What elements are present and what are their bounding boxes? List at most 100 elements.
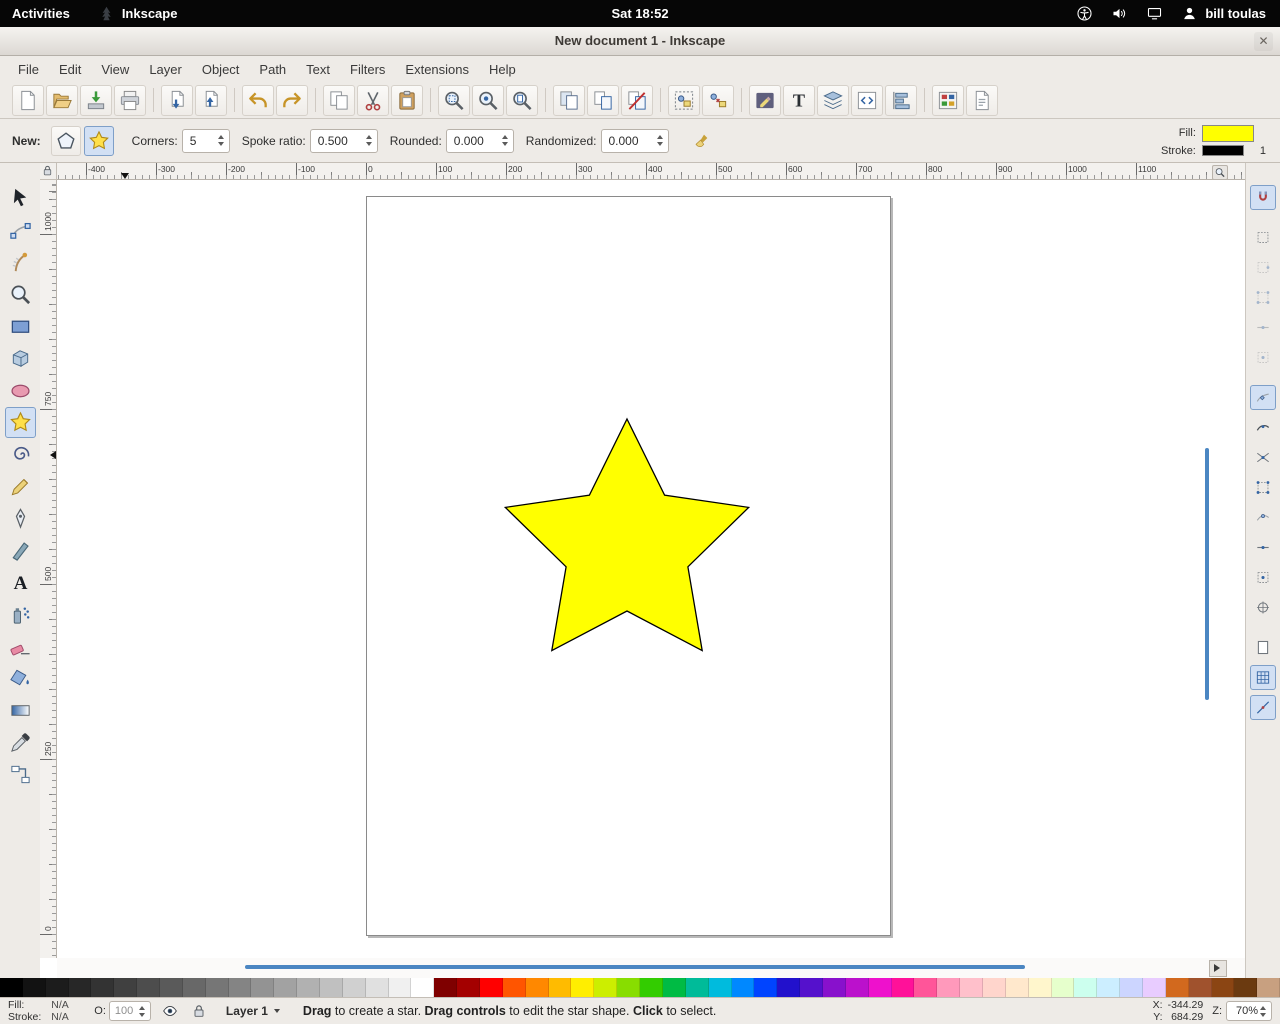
palette-swatch[interactable]: [297, 978, 320, 997]
rectangle-tool-button[interactable]: [5, 311, 36, 342]
selector-tool-button[interactable]: [5, 183, 36, 214]
corners-spinbox[interactable]: [182, 129, 230, 153]
star-mode-button[interactable]: [84, 126, 114, 156]
snap-bbox-corners-button[interactable]: [1250, 285, 1276, 310]
palette-swatch[interactable]: [1143, 978, 1166, 997]
spoke-ratio-spinbox[interactable]: [310, 129, 378, 153]
window-titlebar[interactable]: New document 1 - Inkscape: [0, 27, 1280, 56]
tweak-tool-button[interactable]: [5, 247, 36, 278]
snap-rotation-centers-button[interactable]: [1250, 595, 1276, 620]
palette-swatch[interactable]: [1257, 978, 1280, 997]
palette-swatch[interactable]: [251, 978, 274, 997]
layer-selector[interactable]: Layer 1: [218, 1001, 288, 1021]
palette-swatch[interactable]: [1189, 978, 1212, 997]
palette-swatch[interactable]: [960, 978, 983, 997]
rounded-input[interactable]: [452, 133, 500, 149]
palette-swatch[interactable]: [1212, 978, 1235, 997]
fill-swatch[interactable]: [1202, 125, 1254, 142]
vertical-ruler[interactable]: 10007505002500: [40, 180, 57, 958]
zoom-decrement-arrow[interactable]: [1260, 1013, 1266, 1017]
dropper-tool-button[interactable]: [5, 727, 36, 758]
palette-swatch[interactable]: [869, 978, 892, 997]
menu-view[interactable]: View: [91, 58, 139, 81]
zoom-spinbox[interactable]: 70%: [1226, 1001, 1272, 1021]
menu-layer[interactable]: Layer: [139, 58, 192, 81]
snap-guides-button[interactable]: [1250, 695, 1276, 720]
menu-help[interactable]: Help: [479, 58, 526, 81]
star-shape[interactable]: [57, 180, 1245, 958]
stroke-swatch[interactable]: [1202, 145, 1244, 156]
corners-decrement-arrow[interactable]: [218, 142, 224, 146]
app-menu-button[interactable]: Inkscape: [98, 5, 178, 22]
spiral-tool-button[interactable]: [5, 439, 36, 470]
redo-button[interactable]: [276, 85, 308, 116]
layers-dialog-button[interactable]: [817, 85, 849, 116]
zoom-to-page-button[interactable]: [506, 85, 538, 116]
palette-swatch[interactable]: [800, 978, 823, 997]
palette-swatch[interactable]: [732, 978, 755, 997]
palette-swatch[interactable]: [23, 978, 46, 997]
spray-tool-button[interactable]: [5, 599, 36, 630]
undo-button[interactable]: [242, 85, 274, 116]
snap-bbox-centers-button[interactable]: [1250, 345, 1276, 370]
snap-line-midpoints-button[interactable]: [1250, 535, 1276, 560]
palette-swatch[interactable]: [0, 978, 23, 997]
palette-swatch[interactable]: [366, 978, 389, 997]
corners-input[interactable]: [188, 133, 216, 149]
palette-swatch[interactable]: [503, 978, 526, 997]
create-clone-button[interactable]: [587, 85, 619, 116]
snap-cusp-nodes-button[interactable]: [1250, 475, 1276, 500]
lock-guides-toggle[interactable]: [40, 163, 57, 180]
snap-object-centers-button[interactable]: [1250, 565, 1276, 590]
menu-file[interactable]: File: [8, 58, 49, 81]
palette-swatch[interactable]: [526, 978, 549, 997]
snap-bbox-edge-midpoints-button[interactable]: [1250, 315, 1276, 340]
xml-editor-button[interactable]: [851, 85, 883, 116]
snap-path-intersections-button[interactable]: [1250, 445, 1276, 470]
palette-swatch[interactable]: [343, 978, 366, 997]
palette-swatch[interactable]: [434, 978, 457, 997]
layer-visibility-toggle[interactable]: [160, 1001, 180, 1021]
zoom-to-selection-button[interactable]: [438, 85, 470, 116]
randomized-spinbox[interactable]: [601, 129, 669, 153]
zoom-tool-button[interactable]: [5, 279, 36, 310]
menu-text[interactable]: Text: [296, 58, 340, 81]
palette-swatch[interactable]: [69, 978, 92, 997]
palette-swatch[interactable]: [1097, 978, 1120, 997]
menu-edit[interactable]: Edit: [49, 58, 91, 81]
horizontal-ruler[interactable]: -400-300-200-100010020030040050060070080…: [57, 163, 1245, 180]
palette-swatch[interactable]: [686, 978, 709, 997]
canvas[interactable]: [57, 180, 1245, 958]
user-menu-button[interactable]: bill toulas: [1181, 5, 1266, 22]
palette-swatch[interactable]: [617, 978, 640, 997]
opacity-increment-arrow[interactable]: [139, 1006, 145, 1010]
rounded-decrement-arrow[interactable]: [502, 142, 508, 146]
cut-button[interactable]: [357, 85, 389, 116]
gradient-tool-button[interactable]: [5, 695, 36, 726]
palette-swatch[interactable]: [457, 978, 480, 997]
palette-swatch[interactable]: [823, 978, 846, 997]
palette-swatch[interactable]: [274, 978, 297, 997]
vertical-scrollbar[interactable]: [1205, 448, 1209, 700]
palette-swatch[interactable]: [709, 978, 732, 997]
ungroup-objects-button[interactable]: [702, 85, 734, 116]
snap-bbox-edges-button[interactable]: [1250, 255, 1276, 280]
spoke-ratio-decrement-arrow[interactable]: [366, 142, 372, 146]
snap-nodes-paths-handles-button[interactable]: [1250, 385, 1276, 410]
palette-swatch[interactable]: [1029, 978, 1052, 997]
snap-page-border-button[interactable]: [1250, 635, 1276, 660]
palette-swatch[interactable]: [229, 978, 252, 997]
palette-swatch[interactable]: [206, 978, 229, 997]
palette-swatch[interactable]: [137, 978, 160, 997]
snap-smooth-nodes-button[interactable]: [1250, 505, 1276, 530]
fill-stroke-dialog-button[interactable]: [749, 85, 781, 116]
menu-extensions[interactable]: Extensions: [395, 58, 479, 81]
duplicate-button[interactable]: [553, 85, 585, 116]
text-dialog-button[interactable]: T: [783, 85, 815, 116]
palette-swatch[interactable]: [754, 978, 777, 997]
zoom-to-drawing-button[interactable]: [472, 85, 504, 116]
randomized-input[interactable]: [607, 133, 655, 149]
reset-defaults-button[interactable]: [687, 126, 717, 156]
palette-swatch[interactable]: [846, 978, 869, 997]
menu-object[interactable]: Object: [192, 58, 250, 81]
